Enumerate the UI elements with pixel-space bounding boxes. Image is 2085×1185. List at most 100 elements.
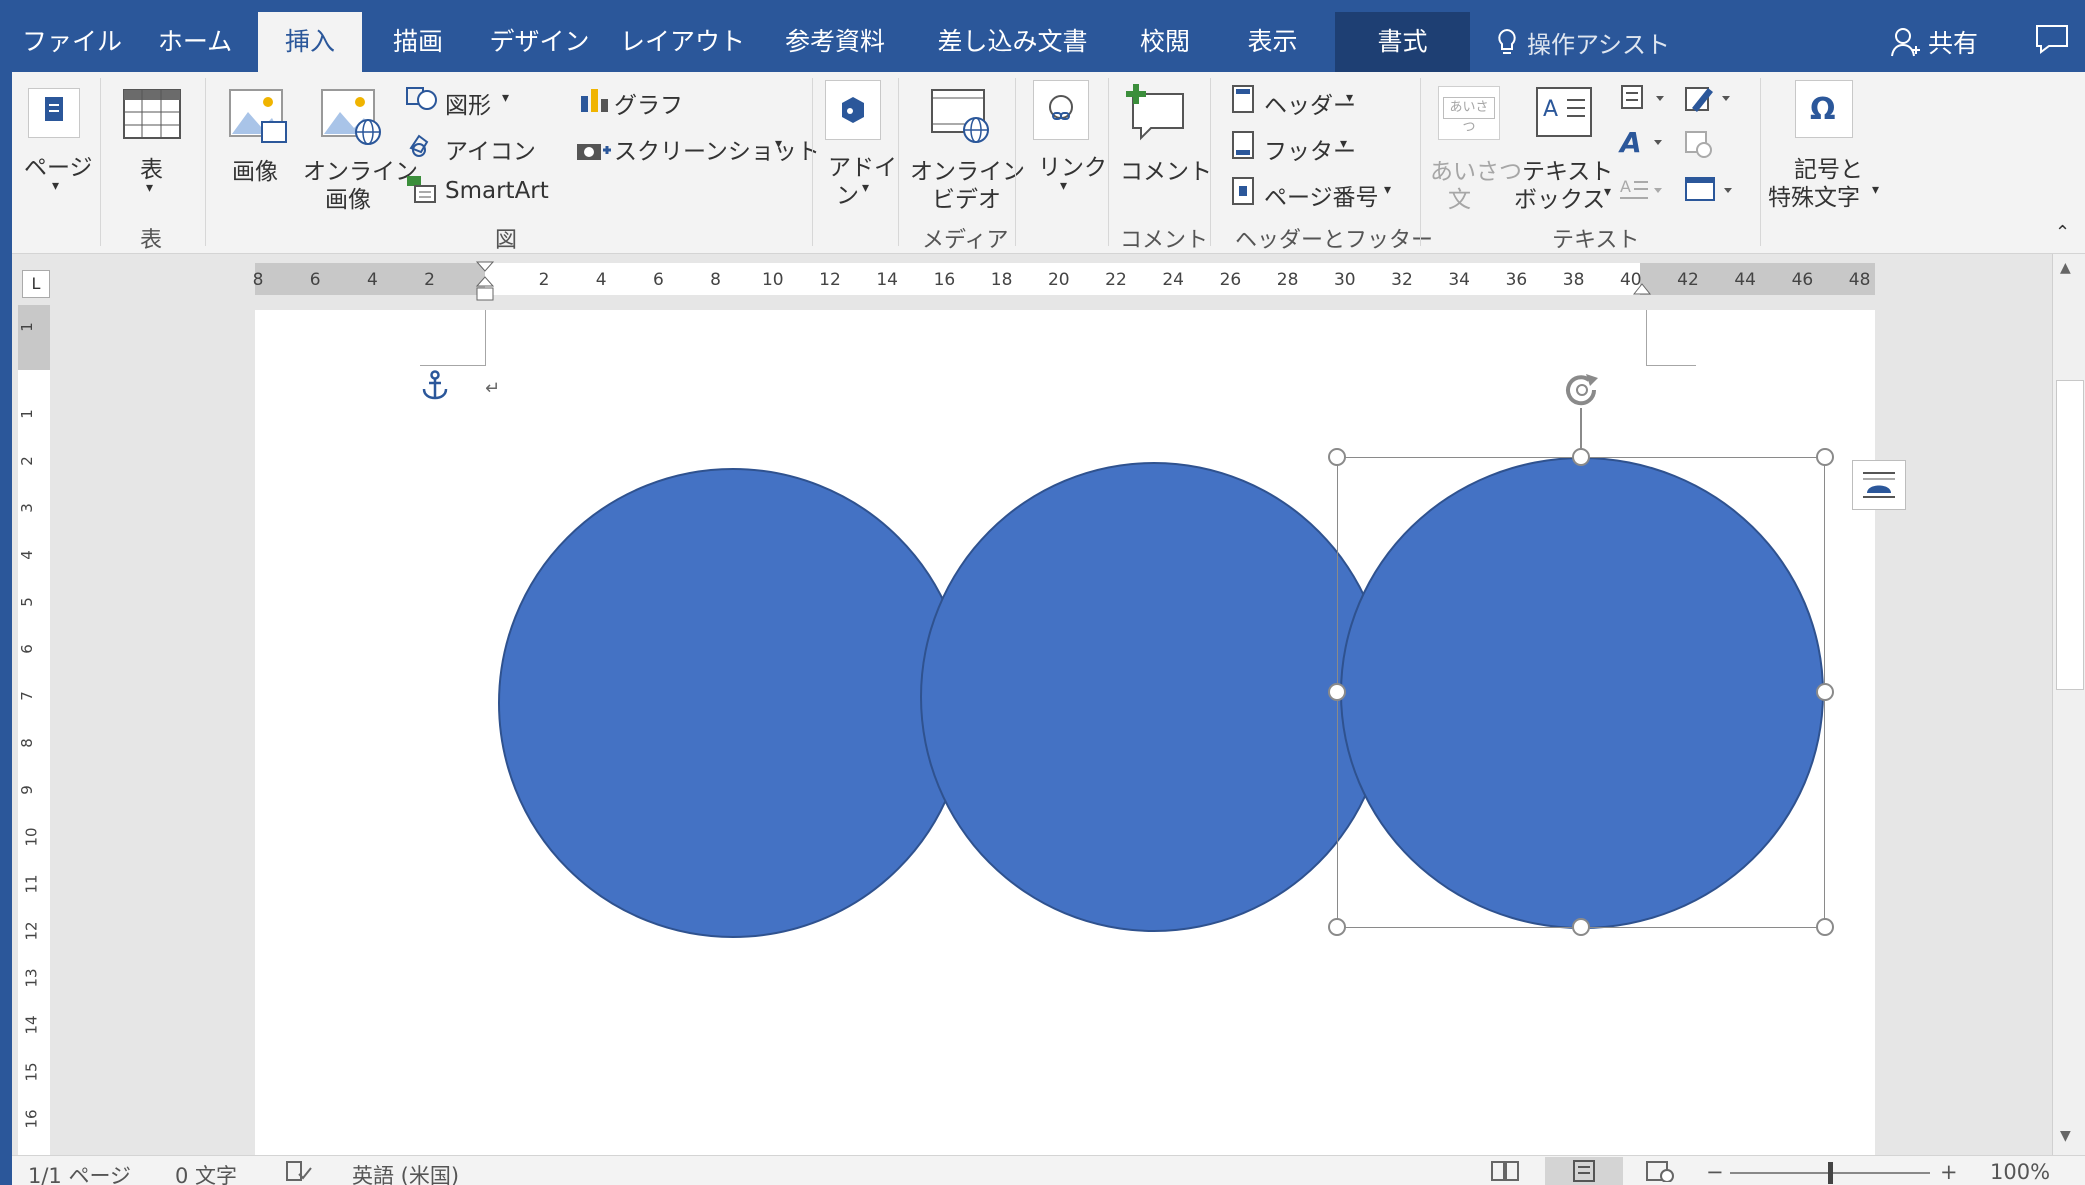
footer-dropdown-arrow[interactable]: ▾ — [1340, 136, 1347, 152]
collapse-ribbon-button[interactable]: ⌃ — [2055, 222, 2070, 243]
comments-button[interactable] — [2035, 24, 2069, 58]
screenshot-dropdown-arrow[interactable]: ▾ — [775, 136, 782, 152]
page-number-button[interactable] — [1230, 176, 1256, 210]
shapes-button[interactable] — [405, 84, 439, 118]
print-layout-button[interactable] — [1545, 1157, 1623, 1185]
rotate-icon — [1566, 374, 1598, 406]
vertical-ruler-margin — [18, 305, 50, 370]
smartart-icon — [407, 176, 436, 203]
online-image-button[interactable] — [320, 88, 382, 150]
tab-view[interactable]: 表示 — [1220, 12, 1325, 72]
date-time-button[interactable] — [1682, 128, 1716, 164]
tell-me-box[interactable]: 操作アシスト — [1495, 22, 1670, 62]
ruler-tick-label: 22 — [1105, 270, 1127, 290]
addins-label-2: ン — [836, 183, 859, 209]
resize-handle-left[interactable] — [1328, 683, 1346, 701]
object-button[interactable] — [1682, 174, 1738, 210]
tab-layout[interactable]: レイアウト — [610, 12, 755, 72]
language-indicator[interactable]: 英語 (米国) — [352, 1160, 459, 1185]
symbols-button[interactable]: Ω — [1795, 80, 1853, 138]
drop-cap-button[interactable]: A — [1618, 174, 1668, 210]
quick-parts-button[interactable] — [1620, 84, 1670, 116]
scrollbar-thumb[interactable] — [2056, 380, 2084, 690]
tab-review[interactable]: 校閲 — [1115, 12, 1215, 72]
tab-insert[interactable]: 挿入 — [258, 12, 362, 72]
circle-shape-1[interactable] — [498, 468, 968, 938]
wordart-button[interactable]: A — [1618, 126, 1668, 162]
footer-button[interactable] — [1230, 130, 1256, 164]
share-button[interactable]: 共有 — [1890, 22, 1978, 62]
word-count[interactable]: 0 文字 — [175, 1160, 237, 1185]
right-indent-marker[interactable] — [1632, 278, 1652, 298]
ruler-right-margin — [1640, 263, 1875, 295]
comment-button[interactable] — [1125, 82, 1187, 146]
tab-mailings[interactable]: 差し込み文書 — [915, 12, 1110, 72]
ruler-tick-label: 2 — [538, 270, 550, 290]
scroll-down-arrow[interactable]: ▼ — [2060, 1128, 2071, 1144]
smartart-button[interactable] — [405, 174, 439, 208]
read-mode-icon[interactable] — [1490, 1160, 1520, 1185]
resize-handle-bottom-left[interactable] — [1328, 918, 1346, 936]
layout-options-button[interactable] — [1852, 460, 1906, 510]
addins-dropdown-arrow[interactable]: ▾ — [862, 180, 869, 196]
zoom-slider-thumb[interactable] — [1828, 1162, 1833, 1184]
header-dropdown-arrow[interactable]: ▾ — [1346, 90, 1353, 106]
link-dropdown-arrow[interactable]: ▾ — [1060, 178, 1067, 194]
shapes-dropdown-arrow[interactable]: ▾ — [502, 90, 509, 106]
ruler-tick-label: 30 — [1333, 270, 1356, 290]
table-button[interactable] — [122, 88, 182, 146]
link-button[interactable] — [1033, 80, 1089, 140]
image-button[interactable] — [228, 88, 288, 150]
resize-handle-top-left[interactable] — [1328, 448, 1346, 466]
addins-button[interactable] — [825, 80, 881, 140]
lightbulb-icon — [1498, 28, 1516, 54]
page-count[interactable]: 1/1 ページ — [28, 1160, 131, 1185]
tab-home[interactable]: ホーム — [135, 12, 255, 72]
tab-draw[interactable]: 描画 — [370, 12, 466, 72]
zoom-level[interactable]: 100% — [1990, 1160, 2050, 1184]
scroll-up-arrow[interactable]: ▲ — [2060, 260, 2071, 276]
greeting-label-1: あいさつ — [1430, 159, 1522, 185]
textbox-button[interactable]: A — [1535, 86, 1593, 144]
web-layout-icon[interactable] — [1645, 1160, 1675, 1185]
tab-file[interactable]: ファイル — [12, 12, 132, 72]
symbols-dropdown-arrow[interactable]: ▾ — [1872, 182, 1879, 198]
separator — [1015, 78, 1016, 246]
resize-handle-top[interactable] — [1572, 448, 1590, 466]
chart-button[interactable] — [578, 86, 612, 118]
circle-shape-2[interactable] — [920, 462, 1388, 932]
tab-design[interactable]: デザイン — [472, 12, 607, 72]
rotate-handle[interactable] — [1558, 368, 1606, 416]
resize-handle-top-right[interactable] — [1816, 448, 1834, 466]
resize-handle-bottom[interactable] — [1572, 918, 1590, 936]
camera-icon — [577, 144, 611, 160]
tell-me-label: 操作アシスト — [1527, 30, 1671, 59]
indent-markers[interactable] — [475, 260, 495, 308]
greeting-button[interactable]: あいさつ — [1438, 86, 1500, 140]
zoom-out-button[interactable]: − — [1706, 1160, 1724, 1184]
signature-line-button[interactable] — [1682, 82, 1738, 118]
resize-handle-bottom-right[interactable] — [1816, 918, 1834, 936]
screenshot-button[interactable] — [575, 134, 611, 166]
header-button[interactable] — [1230, 84, 1256, 118]
page-number-dropdown-arrow[interactable]: ▾ — [1384, 182, 1391, 198]
page-button[interactable] — [28, 88, 80, 138]
paragraph-mark: ↵ — [485, 378, 501, 399]
tab-stop-selector[interactable]: L — [22, 270, 50, 298]
textbox-dropdown-arrow[interactable]: ▾ — [1604, 184, 1611, 200]
tab-references[interactable]: 参考資料 — [760, 12, 910, 72]
tab-format[interactable]: 書式 — [1335, 12, 1470, 72]
zoom-in-button[interactable]: + — [1940, 1160, 1958, 1184]
online-video-button[interactable] — [930, 88, 992, 150]
icons-button[interactable] — [405, 130, 439, 164]
proofing-icon[interactable] — [285, 1160, 313, 1185]
separator — [812, 78, 813, 246]
table-dropdown-arrow[interactable]: ▾ — [146, 180, 153, 196]
vertical-ruler-tick-label: 14 — [22, 1015, 41, 1035]
page-dropdown-arrow[interactable]: ▾ — [52, 178, 59, 194]
share-label: 共有 — [1928, 29, 1979, 58]
ruler-tick-label: 8 — [252, 270, 264, 290]
chart-icon — [581, 89, 608, 112]
resize-handle-right[interactable] — [1816, 683, 1834, 701]
shapes-label: 図形 — [445, 93, 491, 119]
